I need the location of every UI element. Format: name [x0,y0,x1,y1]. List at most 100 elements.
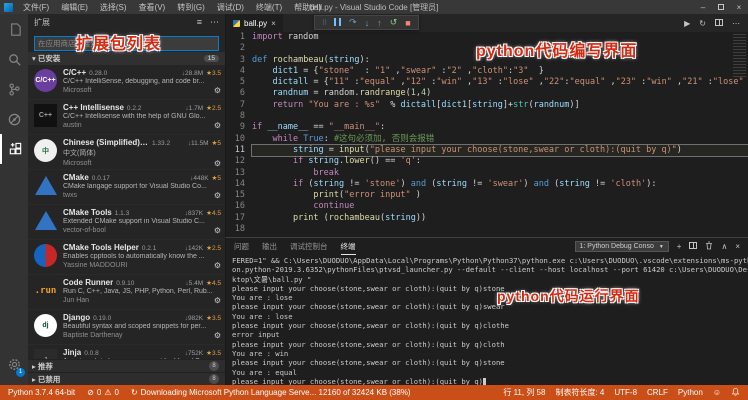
step-out-button[interactable]: ↑ [377,18,382,28]
line-number: 9 [226,122,252,133]
extension-row[interactable]: C/C++C/C++0.28.0↓28.8M★3.5C/C++ IntelliS… [28,65,225,100]
menu-item[interactable]: 调试(D) [212,2,249,13]
line-number: 14 [226,179,252,190]
extension-gear-icon[interactable]: ⚙ [214,86,221,95]
extension-gear-icon[interactable]: ⚙ [214,296,221,305]
tab-close-icon[interactable]: × [271,19,276,28]
encoding-status[interactable]: UTF-8 [614,388,637,397]
split-editor-glyph [715,19,723,26]
tab-ball-py[interactable]: ball.py × [226,14,283,32]
debug-icon[interactable] [0,104,28,134]
problems-status[interactable]: ⊘ 0 ⚠ 0 [87,388,119,397]
install-count: ↓837K [185,210,203,217]
sidebar-bottom-sections: ▸ 推荐8▸ 已禁用8 [28,359,225,385]
panel-tab-调试控制台[interactable]: 调试控制台 [290,239,328,254]
panel-tab-输出[interactable]: 输出 [262,239,277,254]
extension-name: C++ Intellisense [63,103,124,112]
source-control-icon[interactable] [0,74,28,104]
code-text: randnum = random.randrange(1,4) [252,88,748,99]
restart-button[interactable]: ↺ [390,17,398,28]
line-number: 7 [226,100,252,111]
panel-header: 问题输出调试控制台终端 1: Python Debug Conso ▼ + ∧ … [226,238,748,255]
menu-item[interactable]: 文件(F) [18,2,54,13]
extension-gear-icon[interactable]: ⚙ [214,121,221,130]
pause-button[interactable] [334,18,341,28]
extension-version: 0.0.17 [92,175,110,182]
filter-icon[interactable]: ≡ [197,17,202,28]
stop-button[interactable]: ■ [405,18,410,28]
split-terminal-icon[interactable] [689,242,697,251]
annotation-run-output: python代码运行界面 [497,286,640,306]
new-terminal-button[interactable]: + [677,242,682,251]
extension-gear-icon[interactable]: ⚙ [214,191,221,200]
split-editor-icon[interactable] [715,19,723,28]
extension-row[interactable]: JJinja0.0.8↓752K★3.5Jinja template langu… [28,345,225,359]
extension-row[interactable]: djDjango0.19.0↓982K★3.5Beautiful syntax … [28,310,225,345]
close-panel-icon[interactable]: × [735,242,740,251]
download-status[interactable]: ↻ Downloading Microsoft Python Language … [131,388,411,397]
language-mode-status[interactable]: Python [678,388,703,397]
extension-gear-icon[interactable]: ⚙ [214,159,221,168]
extension-row[interactable]: CMake Tools1.1.3↓837K★4.5Extended CMake … [28,205,225,240]
extension-gear-icon[interactable]: ⚙ [214,331,221,340]
feedback-smiley-icon[interactable]: ☺ [713,388,721,397]
eol-status[interactable]: CRLF [647,388,668,397]
menu-item[interactable]: 终端(T) [251,2,287,13]
terminal-line: You are : equal [232,368,742,377]
close-button[interactable]: × [730,3,748,12]
code-text: if string.lower() == 'q': [252,156,748,167]
extensions-icon[interactable] [0,134,28,164]
extension-gear-icon[interactable]: ⚙ [214,226,221,235]
panel-tab-问题[interactable]: 问题 [234,239,249,254]
settings-badge: 1 [16,368,25,377]
explorer-icon[interactable] [0,14,28,44]
menu-item[interactable]: 选择(S) [95,2,132,13]
cursor-position-status[interactable]: 行 11, 列 58 [503,387,545,398]
sync-spinner-icon: ↻ [131,388,138,397]
extension-name: Code Runner [63,278,113,287]
menu-item[interactable]: 查看(V) [134,2,171,13]
terminal-selector[interactable]: 1: Python Debug Conso ▼ [575,241,669,252]
minimap[interactable] [733,34,746,78]
notifications-bell-icon[interactable] [731,387,740,399]
menu-item[interactable]: 编辑(E) [56,2,93,13]
extension-row[interactable]: CMake Tools Helper0.2.1↓142K★2.5Enables … [28,240,225,275]
cmake-tools-helper-icon [33,243,58,268]
vscode-logo-icon [4,3,13,12]
step-into-button[interactable]: ↓ [365,18,370,28]
restore-button[interactable] [712,3,730,12]
maximize-panel-icon[interactable]: ∧ [721,242,727,251]
more-actions-icon[interactable]: ⋯ [210,17,219,28]
extension-row[interactable]: 中Chinese (Simplified) Lan...1.33.2↓11.5M… [28,135,225,170]
run-file-button[interactable]: ▶ [684,19,690,28]
bottom-panel: 问题输出调试控制台终端 1: Python Debug Conso ▼ + ∧ … [225,237,748,385]
kill-terminal-icon[interactable] [705,241,713,252]
section-推荐[interactable]: ▸ 推荐8 [28,359,225,372]
python-interpreter-status[interactable]: Python 3.7.4 64-bit [8,388,75,397]
indentation-status[interactable]: 制表符长度: 4 [555,387,604,398]
terminal-output[interactable]: FERED=1" && C:\Users\DUODUO\AppData\Loca… [226,255,748,385]
open-changes-icon[interactable]: ↻ [699,19,706,28]
panel-controls: 1: Python Debug Conso ▼ + ∧ × [575,241,740,252]
extension-version: 0.9.10 [116,280,134,287]
extension-row[interactable]: CMake0.0.17↓448K★5CMake langage support … [28,170,225,205]
step-over-button[interactable]: ↷ [349,17,357,28]
extension-gear-icon[interactable]: ⚙ [214,261,221,270]
settings-gear-icon[interactable]: 1 [0,349,28,379]
panel-tab-终端[interactable]: 终端 [341,239,356,255]
minimize-button[interactable]: – [694,3,712,12]
menu-item[interactable]: 转到(G) [172,2,210,13]
download-status-text: Downloading Microsoft Python Language Se… [141,388,411,397]
extension-row[interactable]: .runCode Runner0.9.10↓5.4M★4.5Run C, C++… [28,275,225,310]
code-line: 6 randnum = random.randrange(1,4) [226,88,748,99]
section-已禁用[interactable]: ▸ 已禁用8 [28,372,225,385]
extension-row[interactable]: C++C++ Intellisense0.2.2↓1.7M★2.5C/C++ I… [28,100,225,135]
code-line: 15 print("error input" ) [226,190,748,201]
more-editor-actions-icon[interactable]: ⋯ [732,19,740,28]
search-icon[interactable] [0,44,28,74]
django-icon: dj [33,313,58,338]
drag-grip-icon[interactable]: ⠿ [322,19,326,27]
code-editor[interactable]: 1import random23def rochambeau(string):4… [226,32,748,237]
installed-label: 已安装 [38,53,61,64]
line-number: 4 [226,66,252,77]
